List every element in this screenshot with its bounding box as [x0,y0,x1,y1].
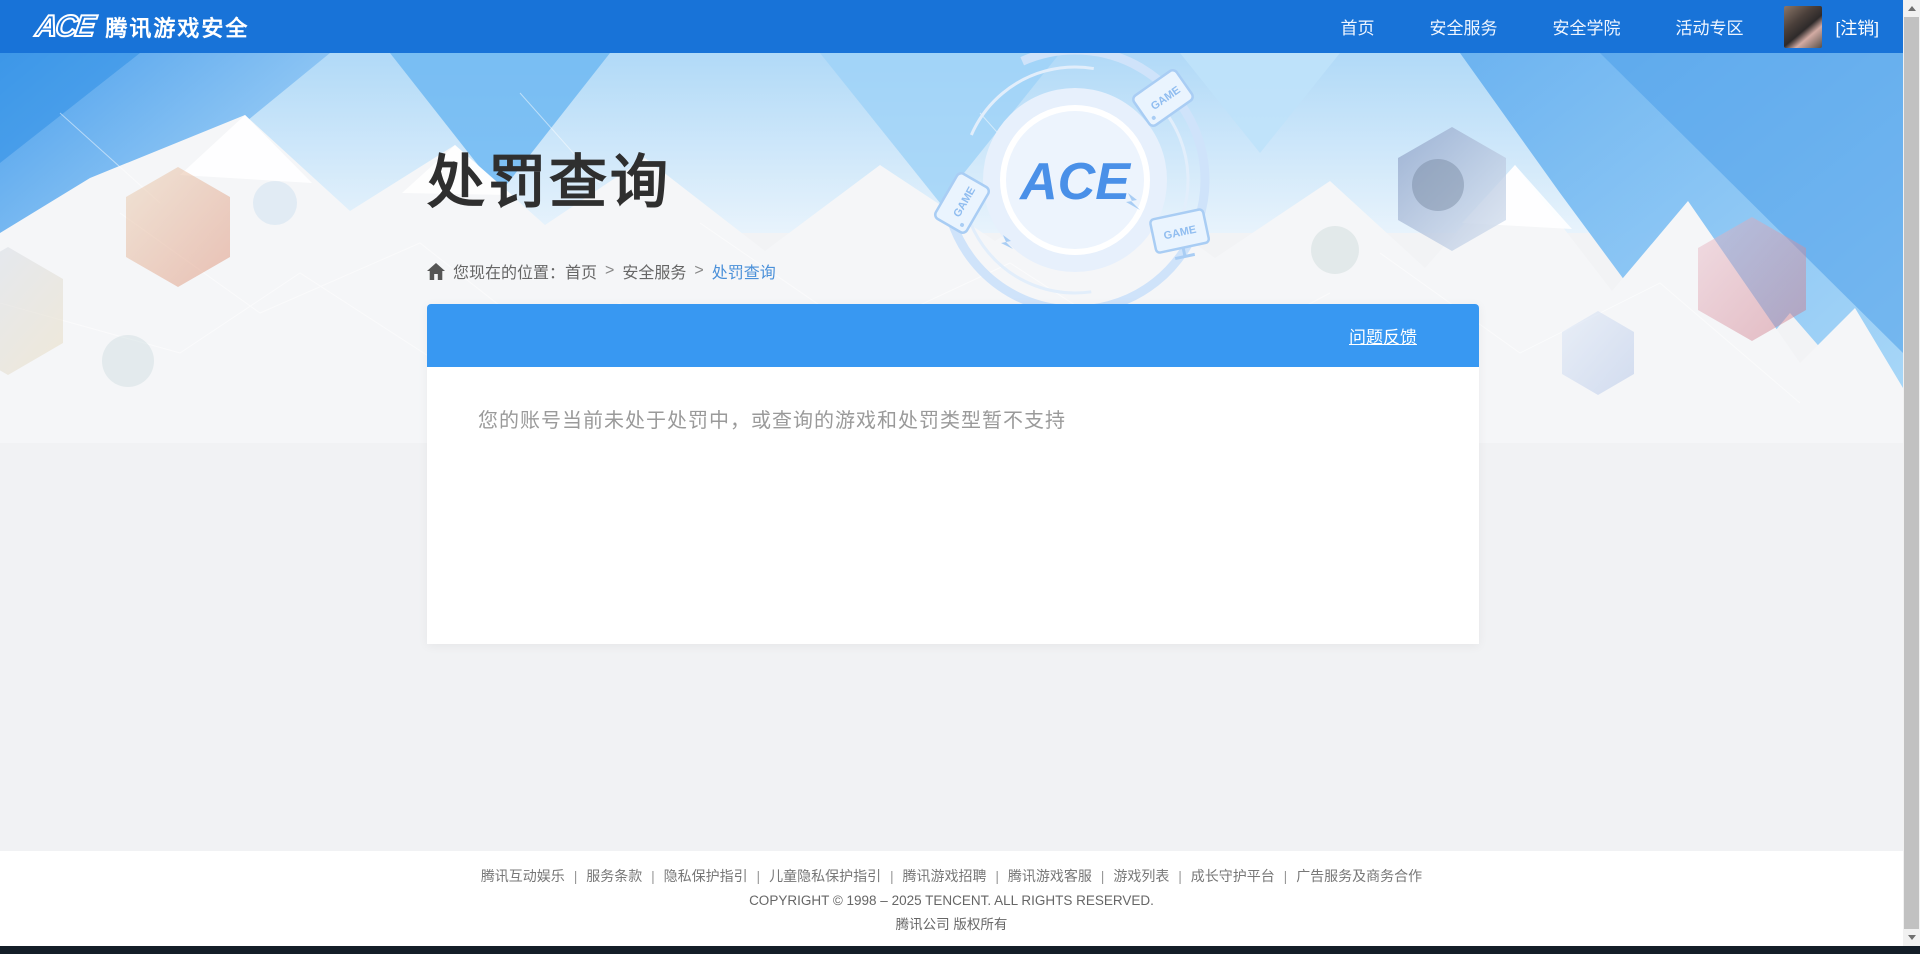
footer: 腾讯互动娱乐 | 服务条款 | 隐私保护指引 | 儿童隐私保护指引 | 腾讯游戏… [0,851,1903,946]
main-area: ACE GAME GAME GAME 处罚查询 您现在的位置： 首页 > 安全服… [0,53,1903,851]
footer-links: 腾讯互动娱乐 | 服务条款 | 隐私保护指引 | 儿童隐私保护指引 | 腾讯游戏… [0,851,1903,886]
feedback-link[interactable]: 问题反馈 [1349,323,1417,348]
nav-menu: 首页 安全服务 安全学院 活动专区 [注销] [1286,0,1879,53]
footer-link-separator: | [886,868,898,884]
nav-item-home[interactable]: 首页 [1341,14,1375,39]
nav-item-security-services[interactable]: 安全服务 [1430,14,1498,39]
ace-emblem-text: ACE [1018,153,1131,211]
breadcrumb-separator: > [605,262,615,279]
breadcrumb: 您现在的位置： 首页 > 安全服务 > 处罚查询 [427,259,776,283]
card-body: 您的账号当前未处于处罚中，或查询的游戏和处罚类型暂不支持 [427,367,1479,644]
footer-copyright: COPYRIGHT © 1998 – 2025 TENCENT. ALL RIG… [749,893,1154,908]
breadcrumb-security-services[interactable]: 安全服务 [622,259,686,283]
nav-item-security-academy[interactable]: 安全学院 [1553,14,1621,39]
brand-title: 腾讯游戏安全 [105,15,250,41]
scrollbar-thumb[interactable] [1904,17,1919,929]
brand-logo[interactable]: ACE 腾讯游戏安全 [33,9,250,44]
footer-link[interactable]: 广告服务及商务合作 [1296,868,1422,884]
user-avatar[interactable] [1783,5,1822,48]
scrollbar[interactable] [1903,0,1920,946]
footer-link-separator: | [752,868,765,884]
footer-link[interactable]: 腾讯游戏客服 [1008,868,1092,884]
breadcrumb-home[interactable]: 首页 [565,259,597,283]
footer-link-separator: | [991,868,1003,884]
page: ACE 腾讯游戏安全 首页 安全服务 安全学院 活动专区 [注销] ACE GA… [0,0,1920,954]
footer-link-separator: | [1174,868,1186,884]
footer-link[interactable]: 成长守护平台 [1191,868,1275,884]
home-icon [427,262,445,280]
footer-company: 腾讯公司 版权所有 [895,917,1008,932]
footer-link[interactable]: 游戏列表 [1113,868,1169,884]
breadcrumb-current[interactable]: 处罚查询 [712,259,776,283]
top-navbar: ACE 腾讯游戏安全 首页 安全服务 安全学院 活动专区 [注销] [0,0,1903,53]
page-title: 处罚查询 [427,150,672,215]
footer-link-separator: | [647,868,659,884]
nav-item-activity-zone[interactable]: 活动专区 [1676,14,1744,39]
card-header: 问题反馈 [427,304,1479,367]
query-result-card: 问题反馈 您的账号当前未处于处罚中，或查询的游戏和处罚类型暂不支持 [427,304,1479,644]
footer-link[interactable]: 腾讯互动娱乐 [481,868,565,884]
result-message: 您的账号当前未处于处罚中，或查询的游戏和处罚类型暂不支持 [478,410,1066,432]
logout-button[interactable]: [注销] [1836,14,1879,39]
scrollbar-down-arrow[interactable] [1903,929,1920,946]
ace-logo-icon: ACE [33,9,97,44]
taskbar-edge [0,946,1920,954]
scrollbar-up-arrow[interactable] [1903,0,1920,17]
breadcrumb-prefix: 您现在的位置： [453,265,566,282]
footer-link-separator: | [1096,868,1109,884]
footer-link-separator: | [569,868,582,884]
footer-link[interactable]: 腾讯游戏招聘 [903,868,987,884]
footer-link[interactable]: 儿童隐私保护指引 [769,868,881,884]
footer-link-separator: | [1279,868,1292,884]
breadcrumb-separator: > [694,262,704,279]
footer-link[interactable]: 隐私保护指引 [664,868,748,884]
footer-link[interactable]: 服务条款 [586,868,642,884]
